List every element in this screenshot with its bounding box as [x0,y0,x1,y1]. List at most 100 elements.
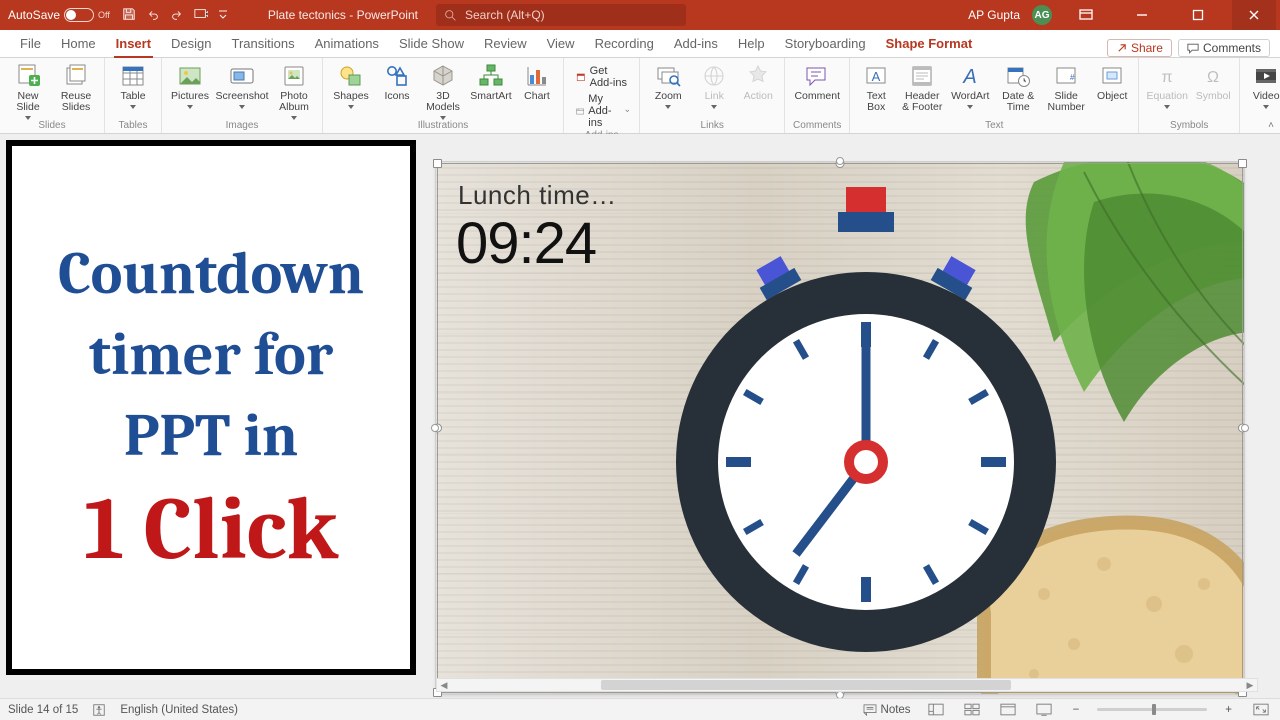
comments-button[interactable]: Comments [1178,39,1270,57]
tab-slide-show[interactable]: Slide Show [389,32,474,57]
tab-home[interactable]: Home [51,32,106,57]
horizontal-scrollbar[interactable]: ◀ ▶ [436,678,1258,692]
overlay-card: Countdown timer for PPT in 1 Click [6,140,416,675]
wordart-button[interactable]: A WordArt [948,60,992,109]
slide-handle-top[interactable] [836,157,844,165]
my-addins-button[interactable]: My Add-ins [572,92,633,130]
object-button[interactable]: Object [1092,60,1132,102]
screenshot-button[interactable]: Screenshot [216,60,268,109]
qat-more-icon[interactable] [218,7,228,24]
zoom-in-button[interactable]: + [1221,704,1236,716]
tab-file[interactable]: File [10,32,51,57]
zoom-slider[interactable] [1097,708,1207,711]
header-footer-icon [909,63,935,89]
handle-top-right[interactable] [1238,159,1247,168]
from-beginning-icon[interactable] [194,7,208,24]
tab-animations[interactable]: Animations [305,32,389,57]
close-icon[interactable] [1232,0,1276,30]
scroll-right-icon[interactable]: ▶ [1243,679,1257,691]
link-button: Link [694,60,734,109]
minimize-icon[interactable] [1120,0,1164,30]
share-button[interactable]: Share [1107,39,1172,57]
chart-button[interactable]: Chart [517,60,557,102]
video-label: Video [1253,91,1280,102]
slide-number-button[interactable]: # Slide Number [1044,60,1088,113]
accessibility-icon[interactable] [92,703,106,717]
maximize-icon[interactable] [1176,0,1220,30]
tab-review[interactable]: Review [474,32,537,57]
collapse-ribbon-icon[interactable]: ˄ [1268,120,1274,131]
ribbon-display-icon[interactable] [1064,0,1108,30]
slide-canvas[interactable]: Lunch time… 09:24 [436,162,1244,694]
tab-add-ins[interactable]: Add-ins [664,32,728,57]
status-slide-number[interactable]: Slide 14 of 15 [8,704,78,716]
chart-label: Chart [524,91,550,102]
user-name[interactable]: AP Gupta [968,8,1020,22]
group-label-media: Media [1246,120,1280,133]
table-button[interactable]: Table [111,60,155,109]
zoom-label: Zoom [655,91,682,102]
fit-to-window-icon[interactable] [1250,701,1272,719]
video-button[interactable]: Video [1246,60,1280,109]
chevron-down-icon [625,107,630,115]
comment-button[interactable]: Comment [791,60,843,102]
pictures-button[interactable]: Pictures [168,60,212,109]
header-footer-button[interactable]: Header & Footer [900,60,944,113]
pictures-icon [177,63,203,89]
new-slide-label: New Slide [16,91,39,113]
screenshot-icon [229,63,255,89]
zoom-out-button[interactable]: − [1069,704,1084,716]
wordart-label: WordArt [951,91,989,102]
tab-design[interactable]: Design [161,32,221,57]
notes-button[interactable]: Notes [863,704,911,716]
status-language[interactable]: English (United States) [120,704,238,716]
icons-button[interactable]: Icons [377,60,417,102]
table-label: Table [120,91,145,102]
view-reading-icon[interactable] [997,701,1019,719]
clock-graphic[interactable] [666,182,1066,682]
tab-help[interactable]: Help [728,32,775,57]
slide-handle-right[interactable] [1241,424,1249,432]
slide-handle-left[interactable] [431,424,439,432]
autosave-toggle[interactable]: AutoSave Off [8,8,110,22]
group-slides: New Slide Reuse Slides Slides [0,58,105,133]
tab-recording[interactable]: Recording [585,32,664,57]
smartart-button[interactable]: SmartArt [469,60,513,102]
tab-insert[interactable]: Insert [106,32,161,57]
new-slide-icon [15,63,41,89]
reuse-slides-button[interactable]: Reuse Slides [54,60,98,113]
redo-icon[interactable] [170,7,184,24]
photo-album-button[interactable]: Photo Album [272,60,316,120]
zoom-button[interactable]: Zoom [646,60,690,109]
search-box[interactable]: Search (Alt+Q) [436,4,686,26]
status-bar: Slide 14 of 15 English (United States) N… [0,698,1280,720]
textbox-button[interactable]: A Text Box [856,60,896,113]
date-time-button[interactable]: Date & Time [996,60,1040,113]
group-label-slides: Slides [6,120,98,133]
titlebar: AutoSave Off Plate tectonics - PowerPoin… [0,0,1280,30]
get-addins-label: Get Add-ins [590,65,630,89]
promo-line3: PPT in [124,398,298,473]
tab-view[interactable]: View [537,32,585,57]
handle-top-left[interactable] [433,159,442,168]
save-icon[interactable] [122,7,136,24]
user-avatar[interactable]: AG [1032,5,1052,25]
view-sorter-icon[interactable] [961,701,983,719]
photo-album-icon [281,63,307,89]
slide-handle-bottom[interactable] [836,691,844,698]
new-slide-button[interactable]: New Slide [6,60,50,120]
zoom-knob[interactable] [1152,704,1156,715]
models3d-button[interactable]: 3D Models [421,60,465,120]
slide-time-text[interactable]: 09:24 [456,210,596,277]
tab-shape-format[interactable]: Shape Format [876,32,983,57]
tab-transitions[interactable]: Transitions [222,32,305,57]
shapes-button[interactable]: Shapes [329,60,373,109]
view-normal-icon[interactable] [925,701,947,719]
tab-storyboarding[interactable]: Storyboarding [775,32,876,57]
scrollbar-thumb[interactable] [601,680,1011,690]
view-slideshow-icon[interactable] [1033,701,1055,719]
slide-title-text[interactable]: Lunch time… [458,180,617,211]
get-addins-button[interactable]: Get Add-ins [572,64,633,90]
undo-icon[interactable] [146,7,160,24]
scroll-left-icon[interactable]: ◀ [437,679,451,691]
